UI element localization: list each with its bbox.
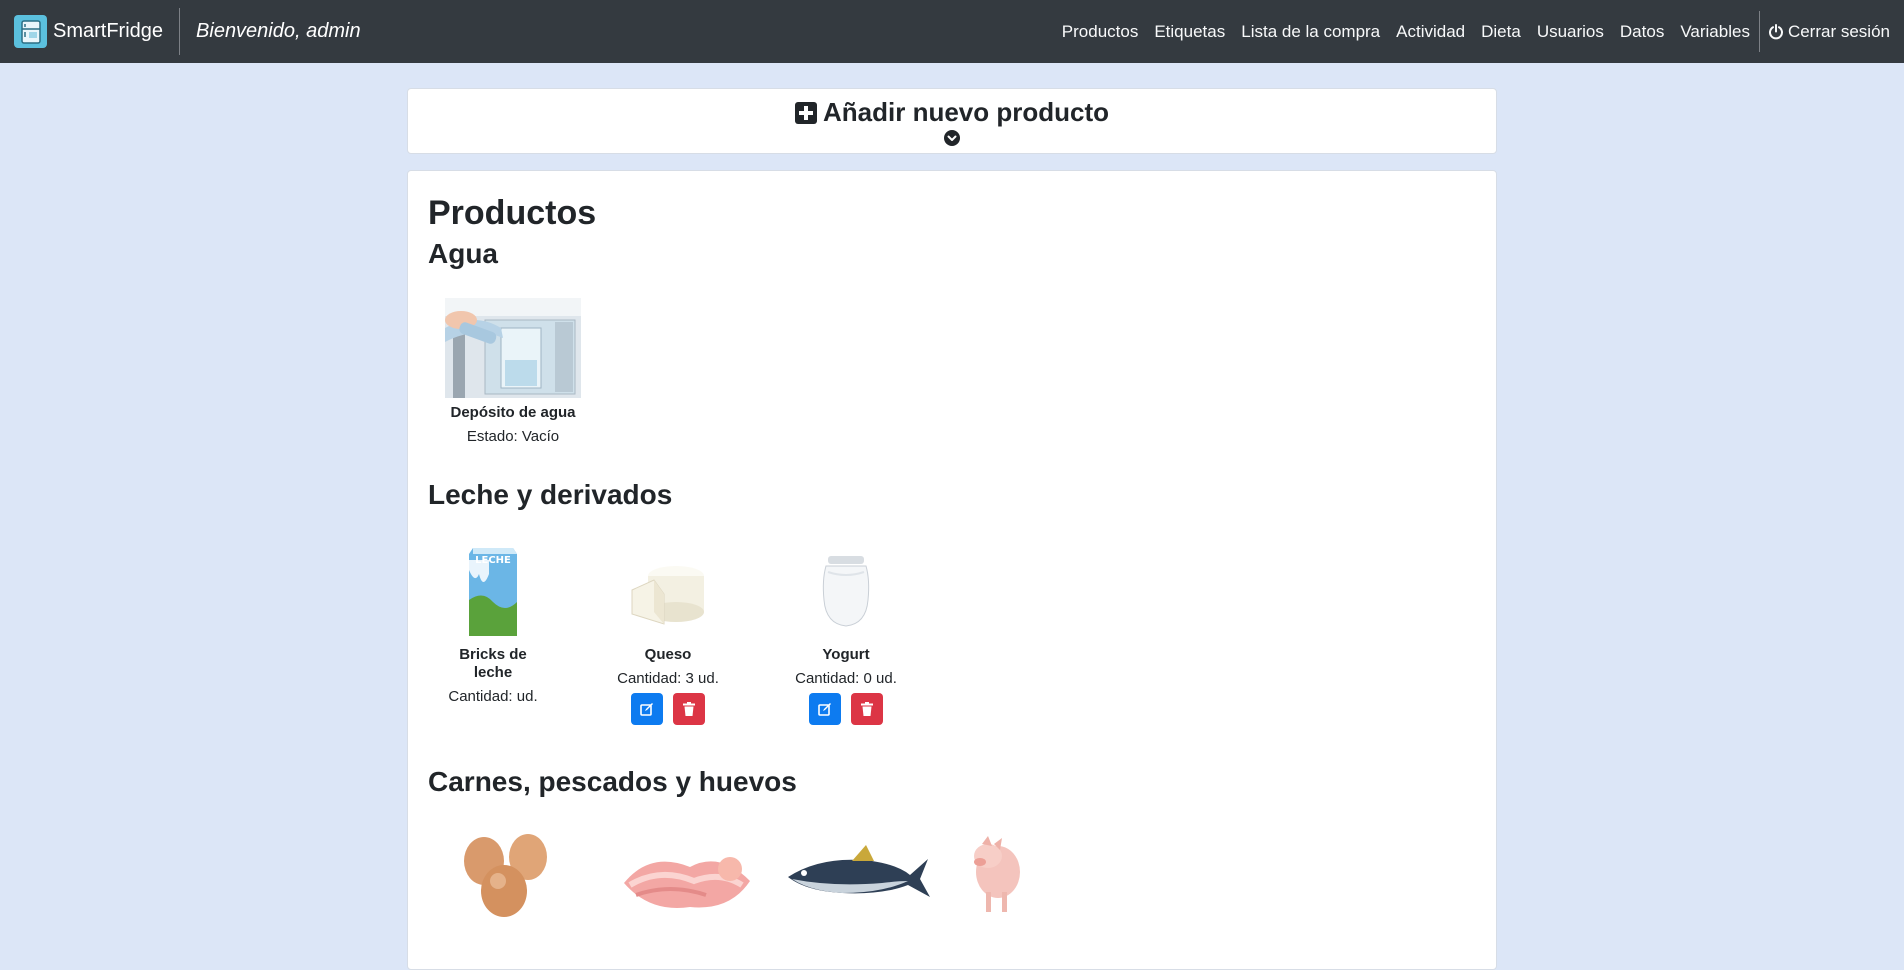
power-icon: [1768, 23, 1783, 39]
product-actions: [786, 693, 906, 725]
product-list-agua: Depósito de agua Estado: Vacío: [428, 298, 1476, 446]
product-actions: [608, 693, 728, 725]
product-card[interactable]: [610, 821, 760, 921]
edit-button[interactable]: [631, 693, 663, 725]
products-card: Productos Agua Depósito de agua Estado: …: [407, 170, 1497, 970]
page-title: Productos: [428, 194, 597, 232]
welcome-text: Bienvenido, admin: [196, 20, 361, 42]
product-quantity: Cantidad: 0 ud.: [795, 670, 897, 687]
product-card[interactable]: [440, 821, 564, 921]
fridge-logo-icon: [14, 15, 47, 48]
navbar-divider-right: [1758, 11, 1760, 52]
pig-image: [948, 821, 1048, 921]
yogurt-jar-image: [786, 540, 906, 640]
nav-lista-compra[interactable]: Lista de la compra: [1241, 22, 1380, 42]
nav-datos[interactable]: Datos: [1620, 22, 1664, 42]
chevron-down-circle-icon[interactable]: [944, 130, 960, 146]
product-card[interactable]: Queso Cantidad: 3 ud.: [608, 540, 728, 725]
navbar-divider: [179, 8, 181, 55]
product-list-leche: LECHE Bricks de leche Cantidad: ud. Ques…: [428, 540, 1476, 725]
category-title-carnes: Carnes, pescados y huevos: [428, 766, 797, 797]
product-card[interactable]: LECHE Bricks de leche Cantidad: ud.: [438, 540, 548, 725]
nav-links: Productos Etiquetas Lista de la compra A…: [1046, 0, 1890, 63]
trash-icon: [683, 702, 695, 716]
add-product-card[interactable]: Añadir nuevo producto: [407, 88, 1497, 154]
delete-button[interactable]: [673, 693, 705, 725]
nav-productos[interactable]: Productos: [1062, 22, 1139, 42]
delete-button[interactable]: [851, 693, 883, 725]
product-status: Estado: Vacío: [466, 428, 560, 445]
trash-icon: [861, 702, 873, 716]
product-name: Yogurt: [822, 646, 870, 663]
product-card[interactable]: Yogurt Cantidad: 0 ud.: [786, 540, 906, 725]
nav-dieta[interactable]: Dieta: [1481, 22, 1521, 42]
edit-button[interactable]: [809, 693, 841, 725]
product-quantity: Cantidad: 3 ud.: [617, 670, 719, 687]
water-dispenser-image: [438, 298, 588, 398]
add-product-header: Añadir nuevo producto: [795, 97, 1109, 128]
tuna-fish-image: [782, 821, 932, 921]
product-card[interactable]: Depósito de agua Estado: Vacío: [438, 298, 588, 446]
brand-name: SmartFridge: [53, 20, 164, 42]
svg-text:LECHE: LECHE: [475, 555, 511, 566]
plus-square-icon: [795, 101, 817, 124]
main-container: Añadir nuevo producto Productos Agua Dep…: [407, 88, 1497, 970]
product-card[interactable]: [782, 821, 932, 921]
product-name: Queso: [644, 646, 692, 663]
product-name: Bricks de leche: [459, 646, 527, 681]
add-product-title: Añadir nuevo producto: [823, 97, 1109, 127]
category-title-leche: Leche y derivados: [428, 479, 673, 510]
logout-label: Cerrar sesión: [1787, 21, 1890, 41]
nav-etiquetas[interactable]: Etiquetas: [1154, 22, 1225, 42]
product-list-carnes: [428, 821, 1476, 921]
brand[interactable]: SmartFridge: [14, 15, 163, 48]
top-navbar: SmartFridge Bienvenido, admin Productos …: [0, 0, 1904, 63]
nav-variables[interactable]: Variables: [1680, 22, 1750, 42]
category-title-agua: Agua: [428, 238, 498, 269]
product-name: Depósito de agua: [450, 404, 576, 421]
logout-button[interactable]: Cerrar sesión: [1768, 22, 1890, 42]
cheese-image: [608, 540, 728, 640]
nav-usuarios[interactable]: Usuarios: [1537, 22, 1604, 42]
milk-carton-image: LECHE: [438, 540, 548, 640]
nav-actividad[interactable]: Actividad: [1396, 22, 1465, 42]
product-card[interactable]: [948, 821, 1048, 921]
ham-slices-image: [610, 821, 760, 921]
edit-icon: [640, 703, 653, 716]
eggs-image: [440, 821, 564, 921]
product-quantity: Cantidad: ud.: [448, 688, 538, 705]
edit-icon: [818, 703, 831, 716]
